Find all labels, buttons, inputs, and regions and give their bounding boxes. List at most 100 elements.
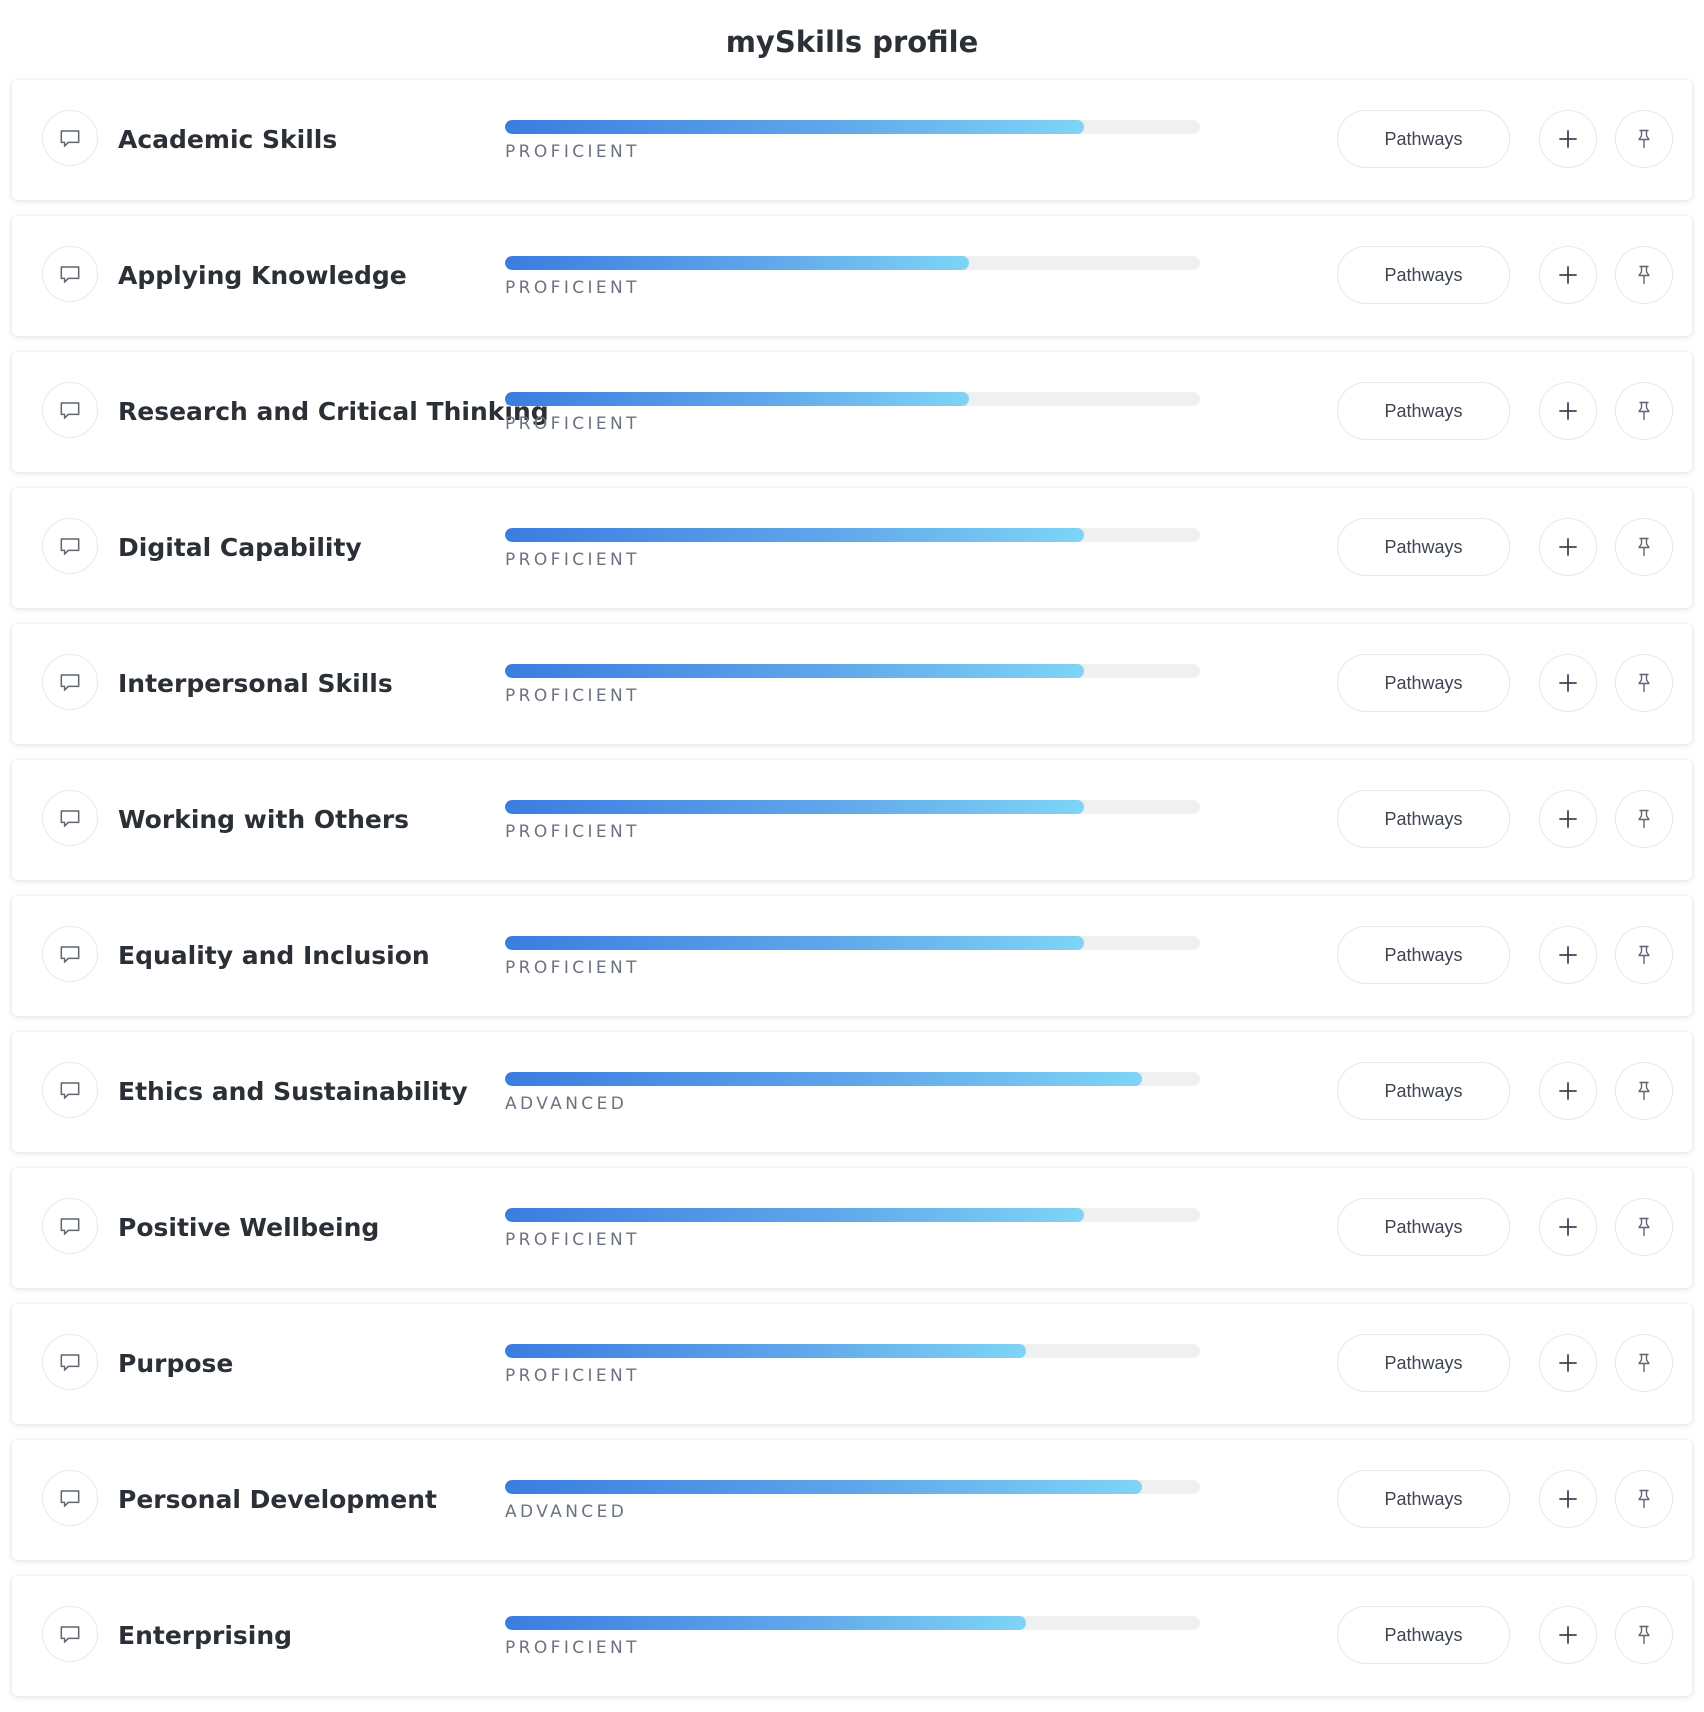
- pathways-button[interactable]: Pathways: [1337, 654, 1510, 712]
- skill-name: Interpersonal Skills: [118, 669, 393, 698]
- skill-name: Enterprising: [118, 1621, 293, 1650]
- progress-track: [505, 1208, 1200, 1222]
- comment-button[interactable]: [42, 1470, 98, 1526]
- skill-name: Positive Wellbeing: [118, 1213, 380, 1242]
- pathways-button[interactable]: Pathways: [1337, 790, 1510, 848]
- pin-button[interactable]: [1615, 246, 1673, 304]
- pathways-button[interactable]: Pathways: [1337, 1470, 1510, 1528]
- comment-icon: [57, 397, 83, 423]
- add-button[interactable]: [1539, 1470, 1597, 1528]
- plus-icon: [1557, 1352, 1579, 1374]
- comment-icon: [57, 533, 83, 559]
- comment-button[interactable]: [42, 110, 98, 166]
- add-button[interactable]: [1539, 246, 1597, 304]
- skill-card-interpersonal-skills: Interpersonal Skills PROFICIENT Pathways: [12, 624, 1692, 744]
- add-button[interactable]: [1539, 1334, 1597, 1392]
- add-button[interactable]: [1539, 790, 1597, 848]
- skill-name: Equality and Inclusion: [118, 941, 430, 970]
- comment-button[interactable]: [42, 382, 98, 438]
- level-label: PROFICIENT: [505, 1366, 640, 1386]
- comment-button[interactable]: [42, 246, 98, 302]
- comment-button[interactable]: [42, 926, 98, 982]
- pin-icon: [1632, 399, 1656, 423]
- add-button[interactable]: [1539, 382, 1597, 440]
- comment-button[interactable]: [42, 1606, 98, 1662]
- skill-card-purpose: Purpose PROFICIENT Pathways: [12, 1304, 1692, 1424]
- add-button[interactable]: [1539, 654, 1597, 712]
- progress-track: [505, 1480, 1200, 1494]
- pin-button[interactable]: [1615, 654, 1673, 712]
- plus-icon: [1557, 1488, 1579, 1510]
- skill-name: Digital Capability: [118, 533, 362, 562]
- plus-icon: [1557, 1624, 1579, 1646]
- pin-button[interactable]: [1615, 110, 1673, 168]
- level-label: PROFICIENT: [505, 550, 640, 570]
- pathways-button[interactable]: Pathways: [1337, 382, 1510, 440]
- add-button[interactable]: [1539, 1062, 1597, 1120]
- level-label: ADVANCED: [505, 1502, 628, 1522]
- progress-track: [505, 1616, 1200, 1630]
- comment-icon: [57, 1485, 83, 1511]
- skill-name: Academic Skills: [118, 125, 338, 154]
- skill-progress: PROFICIENT: [505, 528, 1200, 570]
- pin-button[interactable]: [1615, 518, 1673, 576]
- pathways-button[interactable]: Pathways: [1337, 926, 1510, 984]
- skill-card-academic-skills: Academic Skills PROFICIENT Pathways: [12, 80, 1692, 200]
- comment-button[interactable]: [42, 654, 98, 710]
- skill-card-ethics-and-sustainability: Ethics and Sustainability ADVANCED Pathw…: [12, 1032, 1692, 1152]
- add-button[interactable]: [1539, 1606, 1597, 1664]
- comment-icon: [57, 669, 83, 695]
- pin-button[interactable]: [1615, 1334, 1673, 1392]
- skill-progress: PROFICIENT: [505, 936, 1200, 978]
- pin-button[interactable]: [1615, 1198, 1673, 1256]
- skill-card-working-with-others: Working with Others PROFICIENT Pathways: [12, 760, 1692, 880]
- pin-icon: [1632, 1487, 1656, 1511]
- add-button[interactable]: [1539, 110, 1597, 168]
- skill-name: Purpose: [118, 1349, 234, 1378]
- pathways-button[interactable]: Pathways: [1337, 1606, 1510, 1664]
- skill-card-applying-knowledge: Applying Knowledge PROFICIENT Pathways: [12, 216, 1692, 336]
- comment-button[interactable]: [42, 518, 98, 574]
- progress-fill: [505, 1072, 1143, 1086]
- pin-button[interactable]: [1615, 1470, 1673, 1528]
- add-button[interactable]: [1539, 1198, 1597, 1256]
- skill-card-enterprising: Enterprising PROFICIENT Pathways: [12, 1576, 1692, 1696]
- add-button[interactable]: [1539, 518, 1597, 576]
- comment-icon: [57, 125, 83, 151]
- pathways-button[interactable]: Pathways: [1337, 110, 1510, 168]
- pin-icon: [1632, 535, 1656, 559]
- plus-icon: [1557, 536, 1579, 558]
- progress-track: [505, 120, 1200, 134]
- pin-button[interactable]: [1615, 1606, 1673, 1664]
- progress-fill: [505, 1616, 1027, 1630]
- comment-button[interactable]: [42, 790, 98, 846]
- skill-card-personal-development: Personal Development ADVANCED Pathways: [12, 1440, 1692, 1560]
- comment-button[interactable]: [42, 1062, 98, 1118]
- skill-progress: PROFICIENT: [505, 256, 1200, 298]
- progress-track: [505, 528, 1200, 542]
- comment-icon: [57, 1077, 83, 1103]
- plus-icon: [1557, 264, 1579, 286]
- pin-icon: [1632, 1079, 1656, 1103]
- skill-card-digital-capability: Digital Capability PROFICIENT Pathways: [12, 488, 1692, 608]
- pathways-button[interactable]: Pathways: [1337, 518, 1510, 576]
- pathways-button[interactable]: Pathways: [1337, 1198, 1510, 1256]
- pin-button[interactable]: [1615, 1062, 1673, 1120]
- plus-icon: [1557, 808, 1579, 830]
- pin-icon: [1632, 263, 1656, 287]
- progress-fill: [505, 392, 969, 406]
- level-label: ADVANCED: [505, 1094, 628, 1114]
- pin-button[interactable]: [1615, 926, 1673, 984]
- pin-button[interactable]: [1615, 790, 1673, 848]
- progress-fill: [505, 800, 1084, 814]
- progress-track: [505, 1344, 1200, 1358]
- pin-icon: [1632, 1623, 1656, 1647]
- comment-button[interactable]: [42, 1334, 98, 1390]
- skill-progress: PROFICIENT: [505, 664, 1200, 706]
- comment-button[interactable]: [42, 1198, 98, 1254]
- add-button[interactable]: [1539, 926, 1597, 984]
- pathways-button[interactable]: Pathways: [1337, 246, 1510, 304]
- pathways-button[interactable]: Pathways: [1337, 1062, 1510, 1120]
- pathways-button[interactable]: Pathways: [1337, 1334, 1510, 1392]
- pin-button[interactable]: [1615, 382, 1673, 440]
